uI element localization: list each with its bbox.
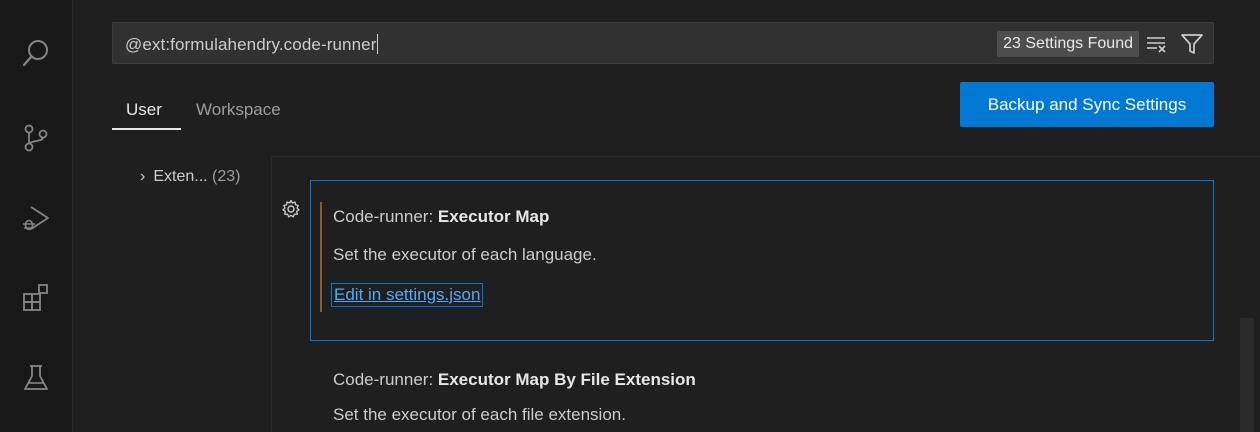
toc-item-extensions[interactable]: › Exten... (23): [140, 168, 240, 186]
extensions-icon[interactable]: [0, 270, 72, 326]
backup-sync-button[interactable]: Backup and Sync Settings: [960, 82, 1214, 127]
tab-user[interactable]: User: [126, 100, 162, 120]
modified-indicator: [320, 202, 322, 312]
search-input[interactable]: @ext:formulahendry.code-runner 23 Settin…: [112, 22, 1214, 64]
search-icon[interactable]: [0, 25, 72, 81]
toc-item-count: (23): [212, 168, 241, 185]
clear-filter-icon[interactable]: [1145, 32, 1169, 56]
settings-editor: @ext:formulahendry.code-runner 23 Settin…: [0, 0, 1260, 432]
setting-description: Set the executor of each file extension.: [333, 405, 626, 424]
chevron-right-icon: ›: [140, 168, 146, 185]
search-query-text: @ext:formulahendry.code-runner: [125, 34, 379, 54]
active-tab-indicator: [112, 128, 181, 130]
toc-item-label: Exten...: [153, 168, 208, 185]
run-debug-icon[interactable]: [0, 190, 72, 246]
filter-icon[interactable]: [1179, 32, 1205, 56]
toc-divider: [271, 157, 272, 432]
setting-description: Set the executor of each language.: [333, 245, 597, 264]
settings-found-badge: 23 Settings Found: [997, 31, 1139, 57]
setting-title: Code-runner: Executor Map By File Extens…: [333, 370, 696, 389]
scrollbar[interactable]: [1240, 318, 1254, 432]
activity-bar: [0, 0, 73, 432]
header-divider: [271, 156, 1260, 157]
edit-in-settings-json-link[interactable]: Edit in settings.json: [330, 283, 484, 307]
tab-workspace[interactable]: Workspace: [196, 100, 281, 120]
setting-title: Code-runner: Executor Map: [333, 207, 550, 226]
testing-icon[interactable]: [0, 350, 72, 406]
gear-icon[interactable]: [281, 199, 301, 219]
source-control-icon[interactable]: [0, 110, 72, 166]
